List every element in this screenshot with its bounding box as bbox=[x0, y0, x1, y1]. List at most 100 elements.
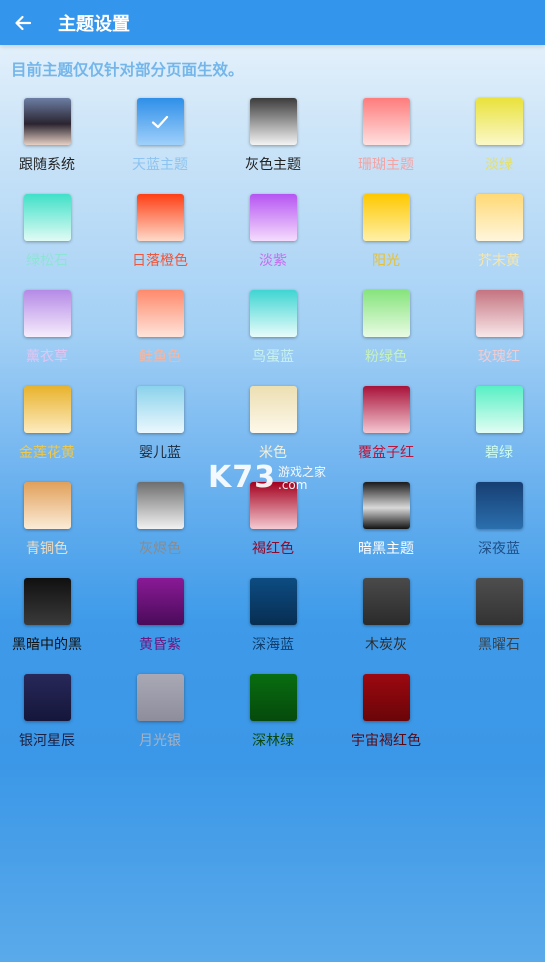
back-button[interactable] bbox=[6, 0, 40, 45]
arrow-left-icon bbox=[15, 15, 32, 30]
theme-label: 灰色主题 bbox=[245, 157, 301, 173]
theme-item[interactable]: 黑暗中的黑 bbox=[0, 578, 97, 668]
theme-swatch[interactable] bbox=[249, 578, 297, 625]
theme-label: 金莲花黄 bbox=[19, 445, 75, 461]
theme-label: 木炭灰 bbox=[365, 637, 407, 653]
theme-swatch[interactable] bbox=[475, 194, 523, 241]
theme-swatch[interactable] bbox=[475, 290, 523, 337]
theme-label: 褐红色 bbox=[252, 541, 294, 557]
theme-label: 绿松石 bbox=[26, 253, 68, 269]
watermark-site-name: 游戏之家 bbox=[278, 465, 327, 479]
theme-swatch[interactable] bbox=[362, 290, 410, 337]
theme-label: 黑曜石 bbox=[478, 637, 520, 653]
theme-item[interactable]: 深林绿 bbox=[223, 674, 323, 764]
theme-item[interactable]: 深夜蓝 bbox=[449, 482, 545, 572]
page-title: 主题设置 bbox=[58, 13, 130, 35]
theme-label: 淡绿 bbox=[485, 157, 513, 173]
theme-swatch[interactable] bbox=[362, 98, 410, 145]
theme-swatch[interactable] bbox=[249, 98, 297, 145]
theme-label: 米色 bbox=[259, 445, 287, 461]
watermark: K73 游戏之家 .com bbox=[208, 462, 326, 494]
theme-swatch[interactable] bbox=[136, 674, 184, 721]
theme-item[interactable]: 黄昏紫 bbox=[110, 578, 210, 668]
theme-item[interactable]: 灰色主题 bbox=[223, 98, 323, 188]
theme-swatch[interactable] bbox=[23, 98, 71, 145]
theme-swatch[interactable] bbox=[249, 386, 297, 433]
theme-item[interactable]: 碧绿 bbox=[449, 386, 545, 476]
theme-item[interactable]: 芥末黄 bbox=[449, 194, 545, 284]
theme-swatch[interactable] bbox=[249, 674, 297, 721]
theme-item[interactable]: 褐红色 bbox=[223, 482, 323, 572]
theme-swatch[interactable] bbox=[23, 674, 71, 721]
theme-swatch[interactable] bbox=[475, 386, 523, 433]
theme-swatch[interactable] bbox=[362, 194, 410, 241]
theme-swatch[interactable] bbox=[23, 386, 71, 433]
theme-swatch[interactable] bbox=[23, 578, 71, 625]
theme-swatch[interactable] bbox=[249, 194, 297, 241]
theme-swatch[interactable] bbox=[23, 482, 71, 529]
theme-item[interactable]: 绿松石 bbox=[0, 194, 97, 284]
theme-item[interactable]: 鲑鱼色 bbox=[110, 290, 210, 380]
theme-label: 日落橙色 bbox=[132, 253, 188, 269]
theme-item[interactable]: 日落橙色 bbox=[110, 194, 210, 284]
theme-item[interactable]: 暗黑主题 bbox=[336, 482, 436, 572]
theme-item[interactable]: 灰烬色 bbox=[110, 482, 210, 572]
theme-item[interactable]: 玫瑰红 bbox=[449, 290, 545, 380]
theme-item[interactable]: 珊瑚主题 bbox=[336, 98, 436, 188]
theme-swatch[interactable] bbox=[136, 482, 184, 529]
theme-label: 珊瑚主题 bbox=[358, 157, 414, 173]
theme-item[interactable]: 金莲花黄 bbox=[0, 386, 97, 476]
theme-label: 深夜蓝 bbox=[478, 541, 520, 557]
theme-swatch[interactable] bbox=[249, 290, 297, 337]
theme-swatch[interactable] bbox=[136, 98, 184, 145]
theme-swatch[interactable] bbox=[362, 674, 410, 721]
theme-item[interactable]: 薰衣草 bbox=[0, 290, 97, 380]
theme-item[interactable]: 鸟蛋蓝 bbox=[223, 290, 323, 380]
theme-swatch[interactable] bbox=[475, 98, 523, 145]
theme-item[interactable]: 黑曜石 bbox=[449, 578, 545, 668]
theme-swatch[interactable] bbox=[362, 578, 410, 625]
theme-item[interactable]: 天蓝主题 bbox=[110, 98, 210, 188]
theme-item[interactable]: 木炭灰 bbox=[336, 578, 436, 668]
theme-label: 黑暗中的黑 bbox=[12, 637, 82, 653]
theme-item[interactable]: 深海蓝 bbox=[223, 578, 323, 668]
theme-item[interactable]: 淡绿 bbox=[449, 98, 545, 188]
theme-item[interactable]: 婴儿蓝 bbox=[110, 386, 210, 476]
theme-label: 玫瑰红 bbox=[478, 349, 520, 365]
theme-item[interactable]: 月光银 bbox=[110, 674, 210, 764]
theme-label: 跟随系统 bbox=[19, 157, 75, 173]
watermark-logo: K73 bbox=[208, 460, 276, 495]
theme-swatch[interactable] bbox=[362, 482, 410, 529]
theme-swatch[interactable] bbox=[475, 578, 523, 625]
theme-item[interactable]: 覆盆子红 bbox=[336, 386, 436, 476]
theme-swatch[interactable] bbox=[136, 290, 184, 337]
theme-item[interactable]: 青铜色 bbox=[0, 482, 97, 572]
theme-label: 宇宙褐红色 bbox=[351, 733, 421, 749]
theme-item[interactable]: 阳光 bbox=[336, 194, 436, 284]
theme-item[interactable]: 淡紫 bbox=[223, 194, 323, 284]
theme-label: 碧绿 bbox=[485, 445, 513, 461]
theme-notice: 目前主题仅仅针对部分页面生效。 bbox=[11, 61, 244, 79]
theme-swatch[interactable] bbox=[362, 386, 410, 433]
theme-swatch[interactable] bbox=[475, 482, 523, 529]
theme-label: 银河星辰 bbox=[19, 733, 75, 749]
theme-label: 黄昏紫 bbox=[139, 637, 181, 653]
theme-swatch[interactable] bbox=[136, 194, 184, 241]
theme-item[interactable]: 银河星辰 bbox=[0, 674, 97, 764]
theme-label: 婴儿蓝 bbox=[139, 445, 181, 461]
theme-item[interactable]: 粉绿色 bbox=[336, 290, 436, 380]
theme-label: 灰烬色 bbox=[139, 541, 181, 557]
theme-swatch[interactable] bbox=[136, 578, 184, 625]
theme-label: 薰衣草 bbox=[26, 349, 68, 365]
theme-label: 暗黑主题 bbox=[358, 541, 414, 557]
check-icon bbox=[151, 115, 169, 128]
theme-item[interactable]: 宇宙褐红色 bbox=[336, 674, 436, 764]
theme-swatch[interactable] bbox=[136, 386, 184, 433]
theme-label: 鲑鱼色 bbox=[139, 349, 181, 365]
theme-label: 月光银 bbox=[139, 733, 181, 749]
theme-label: 粉绿色 bbox=[365, 349, 407, 365]
theme-swatch[interactable] bbox=[23, 194, 71, 241]
theme-label: 淡紫 bbox=[259, 253, 287, 269]
theme-swatch[interactable] bbox=[23, 290, 71, 337]
theme-item[interactable]: 跟随系统 bbox=[0, 98, 97, 188]
